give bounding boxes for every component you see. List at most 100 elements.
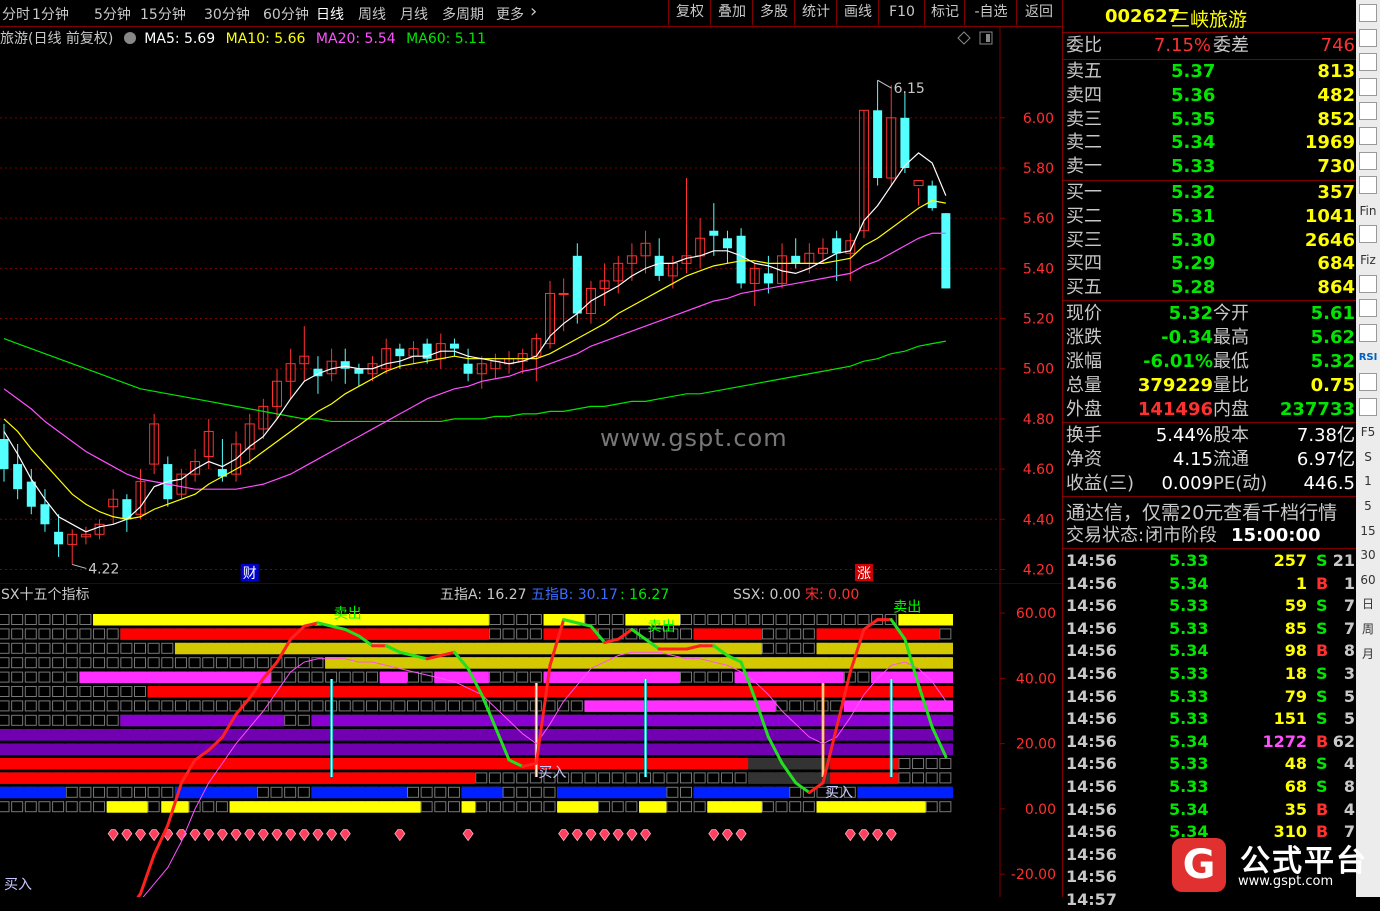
period-tab[interactable]: 日线 [316,4,344,24]
doc-icon[interactable] [1359,176,1377,195]
candle [395,343,405,369]
ad-banner[interactable]: 通达信，仅需20元查看千档行情 [1063,498,1357,524]
move-icon[interactable] [1359,373,1377,391]
stat-value: -6.01% [1143,351,1213,372]
period-tab[interactable]: 30分钟 [204,4,250,24]
arrow-up-icon[interactable] [1359,4,1377,22]
news-icon[interactable] [1359,225,1377,244]
ask-row-price: 5.36 [1171,84,1216,106]
period-tab[interactable]: 周线 [358,4,386,24]
f5-icon[interactable]: F5 [1358,422,1378,442]
bid-row[interactable]: 买三 5.30 2646 [1063,229,1357,253]
tick-row[interactable]: 14:56 5.33 48 S 4 [1063,753,1357,775]
tick-row[interactable]: 14:56 5.33 85 S 7 [1063,618,1357,640]
day-icon[interactable]: 日 [1358,594,1378,614]
fiz-icon[interactable]: Fiz [1358,250,1378,270]
tick-row[interactable]: 14:56 5.33 257 S 21 [1063,550,1357,572]
toolbar-button[interactable]: 统计 [794,0,837,25]
toolbar-button[interactable]: F10 [878,0,925,25]
toolbar-button[interactable]: 复权 [668,0,711,25]
chevron-right-icon[interactable]: › [530,1,537,22]
tick-row[interactable]: 14:56 5.33 18 S 3 [1063,663,1357,685]
60-icon[interactable]: 60 [1358,570,1378,590]
wave-icon[interactable] [1359,323,1377,342]
period-tab[interactable]: 月线 [400,4,428,24]
toolbar-button[interactable]: 返回 [1016,0,1061,25]
toolbar-button[interactable]: 叠加 [710,0,753,25]
tick-row[interactable]: 14:56 5.33 79 S 5 [1063,686,1357,708]
arrow-down-icon[interactable] [1359,28,1377,47]
stat-row: 涨幅 -6.01% 最低 5.32 [1063,350,1357,374]
1-icon[interactable]: 1 [1358,471,1378,491]
period-tab[interactable]: 5分钟 [94,4,131,24]
bid-row[interactable]: 买二 5.31 1041 [1063,205,1357,229]
tick-row[interactable]: 14:56 5.34 35 B 4 [1063,799,1357,821]
week-icon[interactable]: 周 [1358,619,1378,639]
tick-row[interactable]: 14:56 5.34 98 B 8 [1063,640,1357,662]
ind-y-tick-label: -20.00 [1011,867,1056,883]
trend-icon[interactable] [1359,127,1377,145]
toolbar-button[interactable]: 画线 [836,0,879,25]
candle-icon[interactable] [1359,151,1377,170]
diamond-marker [872,829,884,842]
tick-row[interactable]: 14:56 5.34 1272 B 62 [1063,731,1357,753]
ask-row[interactable]: 卖一 5.33 730 [1063,155,1357,179]
fin-icon[interactable]: Fin [1358,201,1378,221]
event-marker[interactable]: 涨 [857,566,871,582]
pencil-icon[interactable] [1359,397,1377,416]
bid-row-volume: 1041 [1304,205,1355,227]
diamond-marker [135,829,146,842]
rsi-icon[interactable]: RSI [1358,348,1378,368]
tick-row[interactable]: 14:56 5.34 1 B 1 [1063,573,1357,595]
event-marker[interactable]: 财 [243,566,257,582]
s-icon[interactable]: S [1358,447,1378,467]
period-tab[interactable]: 15分钟 [140,4,186,24]
stat-label: 今开 [1213,303,1249,324]
indicator-a-value: 五指A: 16.27 [440,587,527,603]
bid-row[interactable]: 买四 5.29 684 [1063,252,1357,276]
rise-icon[interactable] [1359,274,1377,293]
ask-row[interactable]: 卖五 5.37 813 [1063,60,1357,84]
candlestick-chart[interactable]: 6.00 5.80 5.60 5.40 5.20 5.00 4.80 4.60 4.40 4.20… [0,26,1062,583]
tick-row[interactable]: 14:56 5.33 59 S 7 [1063,595,1357,617]
15-icon[interactable]: 15 [1358,521,1378,541]
ask-row[interactable]: 卖三 5.35 852 [1063,108,1357,132]
month-icon[interactable]: 月 [1358,644,1378,664]
ma20-line [3,232,946,490]
candle [422,338,432,364]
tick-row[interactable]: 14:56 5.33 151 S 5 [1063,708,1357,730]
period-tab[interactable]: 分时 [2,4,30,24]
rotate-icon[interactable] [1359,299,1377,318]
list-icon[interactable] [1359,77,1377,96]
30-icon[interactable]: 30 [1358,545,1378,565]
bid-row[interactable]: 买五 5.28 864 [1063,276,1357,300]
tick-time: 14:56 [1066,573,1117,593]
candle [408,341,419,364]
tick-count: 4 [1343,754,1355,774]
tool-sidebar: Fin Fiz RSI F5 S 1 5 15 30 60 日周月 [1356,0,1380,897]
tick-count: 5 [1343,686,1355,706]
chart-icon[interactable] [1359,102,1377,121]
ad-text[interactable]: 通达信，仅需20元查看千档行情 [1066,498,1337,525]
bid-row[interactable]: 买一 5.32 357 [1063,181,1357,205]
period-tab[interactable]: 60分钟 [263,4,309,24]
indicator-ssx: SSX: 0.00 [733,587,801,603]
5-icon[interactable]: 5 [1358,496,1378,516]
period-tab[interactable]: 1分钟 [32,4,69,24]
indicator-chart[interactable]: 60.00 40.00 20.00 0.00 -20.00 SX十五个指标 五指A: 16.… [0,583,1062,897]
tick-row[interactable]: 14:56 5.33 68 S 8 [1063,776,1357,798]
toolbar-button[interactable]: 多股 [752,0,795,25]
signal-row [0,628,952,640]
toolbar-button[interactable]: -自选 [964,0,1017,25]
toolbar-button[interactable]: 标记 [924,0,965,25]
period-tab[interactable]: 多周期 [442,4,484,24]
diamond-marker [394,829,406,842]
period-tab[interactable]: 更多 [496,4,524,24]
trade-state-value: 闭市阶段 [1145,525,1217,546]
ask-row[interactable]: 卖四 5.36 482 [1063,84,1357,108]
ask-row[interactable]: 卖二 5.34 1969 [1063,131,1357,155]
tick-side: S [1316,709,1328,729]
calendar-icon[interactable] [1359,53,1377,72]
tick-price: 5.34 [1169,731,1209,751]
diamond-icon[interactable] [957,31,971,45]
